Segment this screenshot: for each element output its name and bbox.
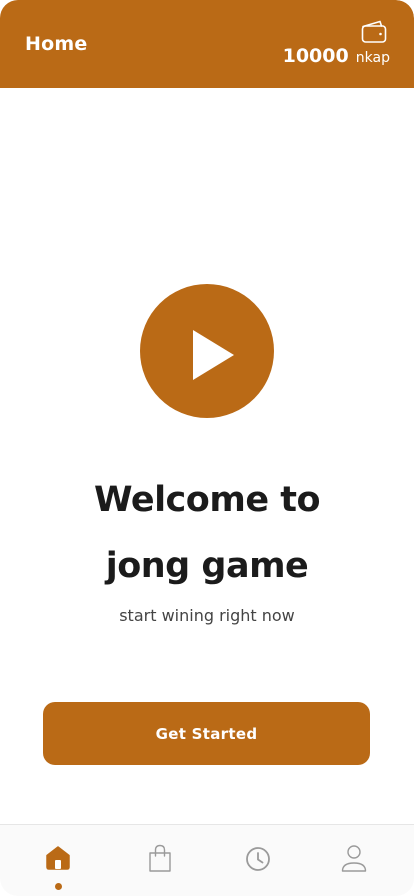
shopping-bag-icon [149, 844, 171, 872]
top-app-bar: Home 10000 nkap [0, 0, 414, 88]
nav-item-home[interactable] [36, 839, 80, 883]
balance-amount: 10000 [282, 45, 349, 67]
clock-icon [246, 847, 270, 871]
welcome-title-line-2: jong game [105, 546, 309, 586]
welcome-subtitle: start wining right now [119, 606, 295, 625]
get-started-button[interactable]: Get Started [43, 702, 370, 765]
nav-item-shop[interactable] [138, 839, 182, 883]
welcome-title-line-1: Welcome to [93, 480, 321, 520]
wallet-icon[interactable] [360, 18, 388, 46]
active-tab-indicator [55, 883, 62, 890]
user-icon [341, 845, 367, 872]
play-icon [193, 330, 234, 380]
wallet-balance[interactable]: 10000 nkap [283, 45, 390, 67]
balance-unit: nkap [355, 50, 390, 66]
app-screen: Home 10000 nkap Welcome to jong game sta… [0, 0, 414, 896]
play-button[interactable] [140, 284, 274, 418]
nav-item-history[interactable] [236, 839, 280, 883]
home-icon [46, 846, 70, 870]
bottom-navigation [0, 824, 414, 896]
page-title: Home [25, 33, 88, 55]
nav-item-profile[interactable] [332, 839, 376, 883]
